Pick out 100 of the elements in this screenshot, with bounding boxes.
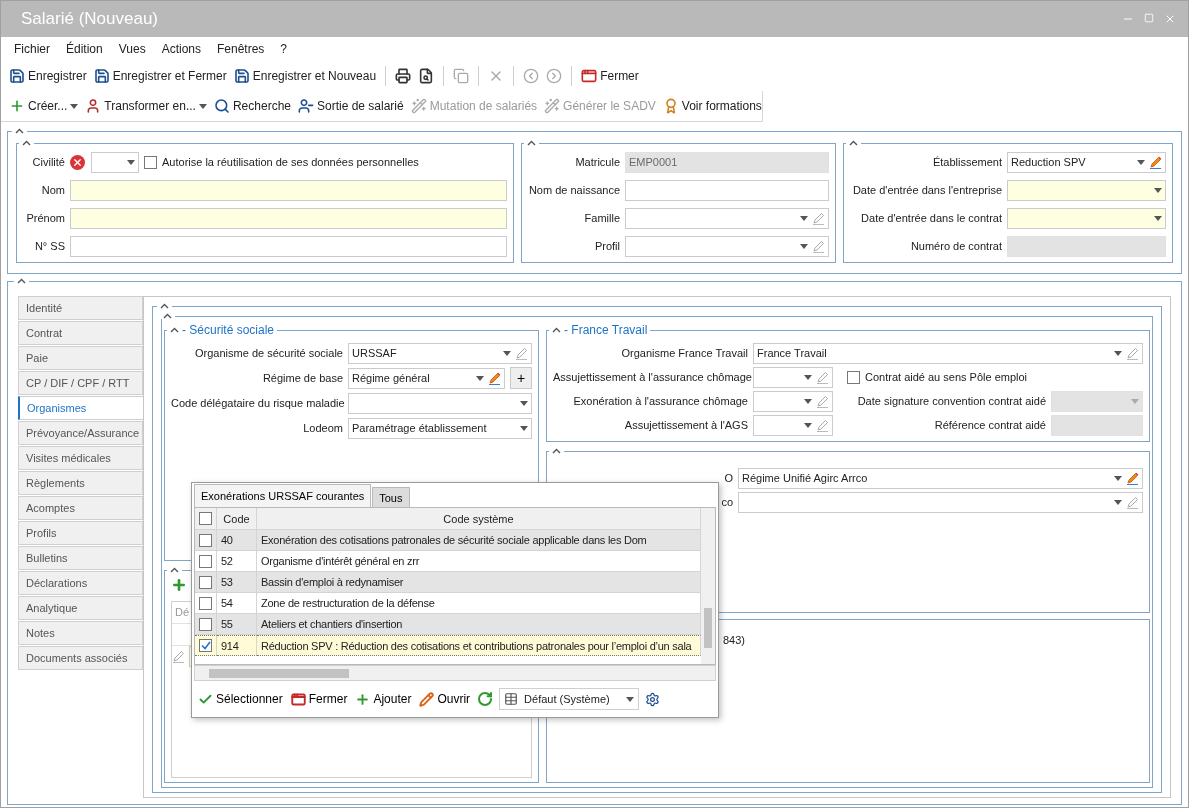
tab[interactable]: Exonérations URSSAF courantes [194, 484, 372, 507]
dropdown-arrow-icon[interactable] [1137, 159, 1145, 165]
add-button[interactable]: + [510, 367, 532, 389]
text-field[interactable] [70, 207, 507, 229]
dropdown-arrow-icon[interactable] [1154, 215, 1162, 221]
dropdown-arrow-icon[interactable] [520, 400, 528, 406]
toolbar-button[interactable]: Voir formations [660, 96, 764, 116]
menu-item[interactable]: Édition [59, 40, 110, 58]
dropdown-field[interactable] [753, 366, 833, 388]
toolbar-button[interactable]: Enregistrer et Nouveau [231, 65, 379, 86]
pencil-icon[interactable] [1149, 155, 1162, 169]
tab[interactable]: Tous [372, 487, 410, 507]
side-tab[interactable]: Contrat [18, 321, 143, 345]
grid-settings-icon[interactable] [645, 691, 661, 707]
toolbar-button[interactable]: Enregistrer [7, 65, 89, 86]
dropdown-field[interactable] [738, 491, 1143, 513]
text-field[interactable] [70, 235, 507, 257]
toolbar-menu-button[interactable]: Transformer en... [83, 96, 209, 116]
menu-item[interactable]: ? [273, 40, 295, 58]
menu-item[interactable]: Actions [154, 40, 208, 58]
side-tab[interactable]: Notes [18, 621, 143, 645]
text-field[interactable] [625, 179, 829, 201]
dropdown-field[interactable] [753, 390, 833, 412]
pencil-icon[interactable] [488, 371, 501, 385]
dropdown-arrow-icon[interactable] [503, 350, 511, 356]
column-header[interactable]: Code système [257, 508, 701, 530]
dropdown-arrow-icon[interactable] [1114, 350, 1122, 356]
side-tab[interactable]: Bulletins [18, 546, 143, 570]
toolbar-menu-button[interactable]: Créer... [7, 96, 81, 116]
dropdown-field[interactable] [753, 414, 833, 436]
side-tab[interactable]: Organismes [18, 396, 143, 420]
layout-dropdown[interactable]: Défaut (Système) [499, 688, 640, 710]
side-tab[interactable]: Profils [18, 521, 143, 545]
collapse-icon[interactable] [552, 448, 561, 454]
collapse-icon[interactable] [552, 327, 561, 333]
dropdown-arrow-icon[interactable] [1154, 187, 1162, 193]
dropdown-field[interactable]: Reduction SPV [1007, 151, 1166, 173]
dropdown-arrow-icon[interactable] [804, 398, 812, 404]
side-tab[interactable]: Règlements [18, 471, 143, 495]
action-button[interactable]: Sélectionner [197, 689, 284, 709]
collapse-icon[interactable] [170, 567, 179, 573]
table-row[interactable]: 55 Ateliers et chantiers d'insertion [195, 614, 701, 635]
checkbox[interactable] [144, 155, 157, 169]
dropdown-arrow-icon[interactable] [1114, 475, 1122, 481]
pencil-icon[interactable] [1126, 471, 1139, 485]
collapse-icon[interactable] [849, 140, 858, 146]
menu-item[interactable]: Fenêtres [210, 40, 272, 58]
dropdown-arrow-icon[interactable] [520, 425, 528, 431]
action-button[interactable]: Ajouter [354, 689, 413, 709]
table-row[interactable]: 53 Bassin d'emploi à redynamiser [195, 572, 701, 593]
table-row[interactable]: 914 Réduction SPV : Réduction des cotisations et contributions patronales pour l’emploi d’un sala [195, 635, 701, 656]
column-header[interactable]: Code [217, 508, 257, 530]
add-icon[interactable] [171, 577, 187, 593]
toolbar-button[interactable]: Sortie de salarié [296, 96, 406, 116]
dropdown-field[interactable] [1007, 179, 1166, 201]
dropdown-field[interactable]: France Travail [753, 342, 1143, 364]
dropdown-field[interactable] [1007, 207, 1166, 229]
dropdown-arrow-icon[interactable] [800, 215, 808, 221]
action-button[interactable]: Fermer [289, 689, 349, 709]
dropdown-field[interactable] [625, 235, 829, 257]
dropdown-arrow-icon[interactable] [70, 103, 79, 109]
checkbox[interactable] [199, 512, 212, 525]
scrollbar[interactable] [701, 508, 715, 664]
side-tab[interactable]: Visites médicales [18, 446, 143, 470]
pencil-icon[interactable] [172, 650, 185, 663]
menu-item[interactable]: Fichier [7, 40, 57, 58]
dropdown-field[interactable]: Régime Unifié Agirc Arrco [738, 467, 1143, 489]
dropdown-field[interactable]: Paramétrage établissement [348, 417, 532, 439]
checkbox[interactable] [199, 639, 212, 652]
toolbar-button[interactable]: Enregistrer et Fermer [91, 65, 229, 86]
action-button[interactable]: Ouvrir [418, 689, 472, 709]
dropdown-arrow-icon[interactable] [804, 374, 812, 380]
collapse-icon[interactable] [17, 278, 26, 284]
checkbox[interactable] [847, 370, 860, 384]
side-tab[interactable]: Identité [18, 296, 143, 320]
table-row[interactable]: 40 Exonération des cotisations patronales de sécurité sociale applicable dans les Dom [195, 530, 701, 551]
checkbox[interactable] [199, 596, 212, 610]
toolbar-button[interactable]: Recherche [211, 96, 293, 116]
dropdown-arrow-icon[interactable] [1114, 499, 1122, 505]
dropdown-field[interactable]: URSSAF [348, 342, 532, 364]
dropdown-field[interactable] [625, 207, 829, 229]
checkbox[interactable] [199, 533, 212, 547]
dropdown-arrow-icon[interactable] [626, 696, 635, 702]
side-tab[interactable]: Paie [18, 346, 143, 370]
dropdown-field[interactable] [348, 392, 532, 414]
checkbox[interactable] [199, 617, 212, 631]
side-tab[interactable]: CP / DIF / CPF / RTT [18, 371, 143, 395]
dropdown-field[interactable] [91, 151, 139, 173]
table-row[interactable]: 52 Organisme d'intérêt général en zrr [195, 551, 701, 572]
checkbox[interactable] [199, 554, 212, 568]
dropdown-arrow-icon[interactable] [800, 243, 808, 249]
side-tab[interactable]: Déclarations [18, 571, 143, 595]
menu-item[interactable]: Vues [111, 40, 153, 58]
dropdown-arrow-icon[interactable] [476, 375, 484, 381]
table-row[interactable]: 54 Zone de restructuration de la défense [195, 593, 701, 614]
side-tab[interactable]: Acomptes [18, 496, 143, 520]
collapse-icon[interactable] [527, 140, 536, 146]
text-field[interactable] [70, 179, 507, 201]
dropdown-arrow-icon[interactable] [127, 159, 135, 165]
side-tab[interactable]: Prévoyance/Assurance [18, 421, 143, 445]
